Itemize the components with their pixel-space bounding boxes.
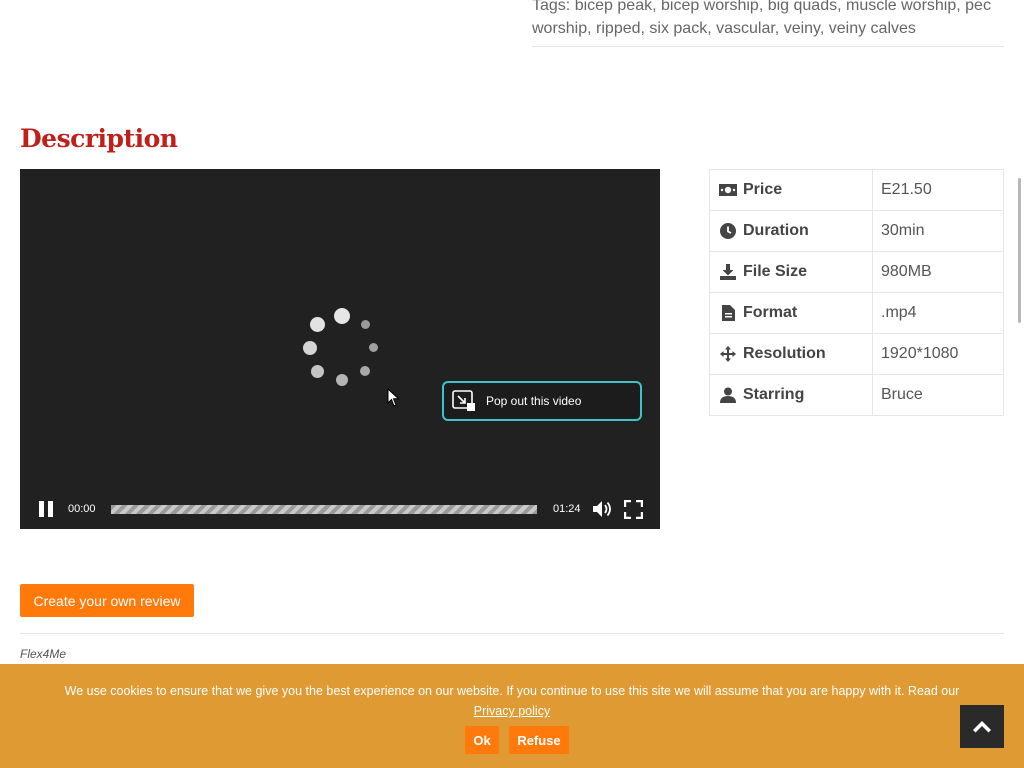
tag-link[interactable]: veiny calves (829, 20, 916, 37)
review-author: Flex4Me (20, 647, 67, 661)
video-player[interactable]: Pop out this video 00:00 01:24 (20, 169, 660, 529)
info-value: 980MB (872, 251, 1004, 293)
info-label: Duration (743, 222, 809, 239)
progress-bar[interactable] (111, 505, 537, 514)
popout-video-button[interactable]: Pop out this video (442, 381, 642, 421)
divider (532, 46, 1004, 47)
player-controls: 00:00 01:24 (20, 489, 660, 529)
money-icon (719, 181, 737, 199)
current-time: 00:00 (68, 503, 96, 515)
mouse-cursor-icon (387, 388, 400, 407)
table-row: Starring Bruce (709, 374, 1004, 416)
table-row: Price E21.50 (709, 169, 1004, 211)
info-value: Bruce (872, 374, 1004, 416)
loading-spinner-icon (302, 306, 382, 386)
download-icon (719, 263, 737, 281)
info-label: Price (743, 181, 783, 198)
info-label: File Size (743, 263, 808, 280)
clock-icon (719, 222, 737, 240)
tag-link[interactable]: muscle worship (846, 0, 956, 14)
chevron-up-icon (973, 720, 991, 732)
table-row: Format .mp4 (709, 292, 1004, 334)
table-row: Duration 30min (709, 210, 1004, 252)
cookie-refuse-button[interactable]: Refuse (509, 726, 569, 754)
popout-icon (452, 390, 476, 412)
tag-link[interactable]: veiny (784, 20, 820, 37)
tags-list: Tags: bicep peak, bicep worship, big qua… (532, 0, 1004, 40)
divider (20, 633, 1004, 634)
file-icon (719, 304, 737, 322)
info-label: Starring (743, 386, 805, 403)
privacy-policy-link[interactable]: Privacy policy (474, 704, 550, 718)
scrollbar[interactable] (1018, 178, 1021, 323)
tag-link[interactable]: six pack (649, 20, 707, 37)
popout-label: Pop out this video (486, 394, 582, 408)
tags-prefix: Tags: (532, 0, 571, 14)
info-value: E21.50 (872, 169, 1004, 211)
tag-link[interactable]: bicep peak (575, 0, 652, 14)
pause-icon[interactable] (38, 501, 54, 517)
back-to-top-button[interactable] (960, 705, 1004, 748)
tag-link[interactable]: ripped (596, 20, 640, 37)
info-value: 30min (872, 210, 1004, 252)
video-info-table: Price E21.50 Duration 30min File Size 98… (709, 169, 1004, 416)
info-label: Resolution (743, 345, 826, 362)
table-row: Resolution 1920*1080 (709, 333, 1004, 375)
table-row: File Size 980MB (709, 251, 1004, 293)
fullscreen-icon[interactable] (624, 500, 643, 519)
tag-link[interactable]: vascular (716, 20, 775, 37)
tag-link[interactable]: big quads (768, 0, 837, 14)
info-value: 1920*1080 (872, 333, 1004, 375)
info-value: .mp4 (872, 292, 1004, 334)
cookie-banner: We use cookies to ensure that we give yo… (0, 664, 1024, 768)
cookie-ok-button[interactable]: Ok (465, 726, 499, 754)
volume-icon[interactable] (592, 500, 612, 518)
duration-time: 01:24 (553, 503, 581, 515)
cookie-text: We use cookies to ensure that we give yo… (64, 684, 960, 698)
cookie-message: We use cookies to ensure that we give yo… (0, 681, 1024, 721)
info-label: Format (743, 304, 798, 321)
move-icon (719, 345, 737, 363)
tag-link[interactable]: bicep worship (661, 0, 759, 14)
description-heading: Description (20, 124, 178, 153)
create-review-button[interactable]: Create your own review (20, 584, 194, 617)
user-icon (719, 386, 737, 404)
